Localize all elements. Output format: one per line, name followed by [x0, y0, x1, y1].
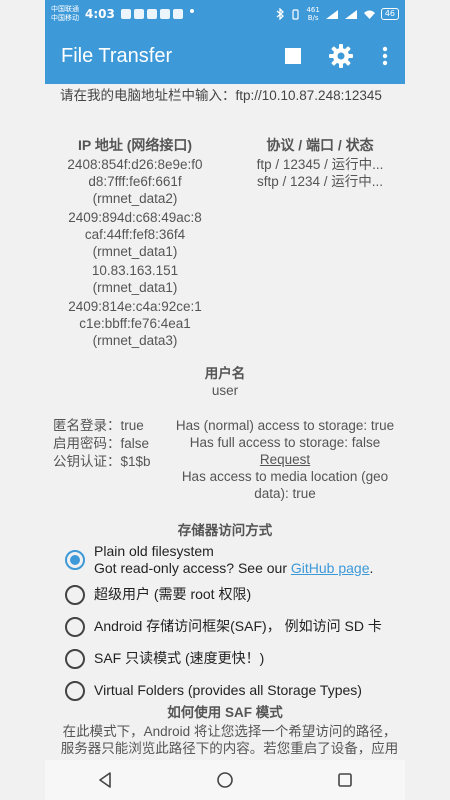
option-value: false	[120, 436, 150, 451]
carrier-1: 中国联通	[51, 5, 79, 13]
radio-unchecked-icon[interactable]	[65, 648, 85, 669]
app-title: File Transfer	[61, 44, 173, 67]
notification-app-icon	[146, 9, 157, 19]
app-bar-actions	[269, 28, 405, 84]
signal-2-icon	[344, 9, 357, 19]
back-triangle-icon	[99, 772, 111, 788]
ip-address: 10.83.163.151	[91, 263, 179, 278]
nav-home-button[interactable]	[195, 760, 255, 800]
radio-unchecked-icon[interactable]	[65, 584, 85, 605]
nav-recents-button[interactable]	[315, 760, 375, 800]
radio-unchecked-icon[interactable]	[65, 616, 85, 637]
storage-option-plain[interactable]: Plain old filesystem Got read-only acces…	[65, 542, 400, 578]
option-title: Plain old filesystem	[94, 543, 214, 559]
ip-address-list: 2408:854f:d26:8e9e:f0d8:7fff:fe6f:661f (…	[45, 156, 225, 351]
home-circle-icon	[217, 772, 233, 788]
stop-square-icon	[285, 48, 301, 64]
stop-server-button[interactable]	[269, 28, 317, 84]
option-label: 匿名登录：	[53, 418, 121, 433]
ip-entry: 2409:894d:c68:49ac:8caf:44ff:fef8:36f4 (…	[45, 209, 225, 260]
storage-access-title: 存储器访问方式	[177, 523, 273, 538]
username-title: 用户名	[204, 366, 246, 381]
readonly-hint-text: Got read-only access? See our	[94, 560, 291, 576]
protocol-row: ftp / 12345 / 运行中...	[256, 157, 384, 172]
signal-1-icon	[325, 9, 338, 19]
protocol-header: 协议 / 端口 / 状态	[266, 137, 374, 153]
option-pubkey: 公钥认证：$1$b	[53, 453, 165, 471]
radio-label: Plain old filesystem Got read-only acces…	[94, 543, 373, 577]
option-label: 公钥认证：	[53, 454, 121, 469]
readonly-hint: Got read-only access? See our GitHub pag…	[94, 560, 373, 577]
saf-help-title: 如何使用 SAF 模式	[167, 705, 283, 720]
battery-icon: 46	[380, 8, 399, 20]
notification-app-icon	[172, 9, 183, 19]
notification-icons	[120, 9, 194, 19]
login-options: 匿名登录：true 启用密码：false 公钥认证：$1$b	[53, 417, 165, 471]
option-value: true	[120, 418, 144, 433]
main-content[interactable]: 请在我的电脑地址栏中输入：ftp://10.10.87.248:12345 IP…	[45, 84, 405, 760]
ip-interface: (rmnet_data1)	[92, 280, 178, 295]
radio-label: 超级用户 (需要 root 权限)	[94, 586, 252, 602]
media-access-status: Has access to media location (geo data):…	[181, 469, 389, 501]
bluetooth-icon	[277, 8, 285, 20]
storage-option-saf[interactable]: Android 存储访问框架(SAF)， 例如访问 SD 卡	[65, 611, 400, 642]
overflow-menu-button[interactable]	[365, 28, 405, 84]
vibrate-icon	[292, 8, 300, 20]
ip-interface: (rmnet_data2)	[92, 191, 178, 206]
saf-help-text: 在此模式下，Android 将让您选择一个希望访问的路径，服务器只能浏览此路径下…	[60, 724, 399, 756]
carrier-labels: 中国联通 中国移动	[51, 5, 79, 23]
settings-button[interactable]	[317, 28, 365, 84]
ip-entry: 10.83.163.151 (rmnet_data1)	[45, 262, 225, 296]
notification-app-icon	[120, 9, 131, 19]
wifi-icon	[363, 10, 375, 19]
request-access-link[interactable]: Request	[260, 452, 310, 467]
option-anonymous: 匿名登录：true	[53, 417, 165, 435]
speed-value: 461	[306, 6, 320, 14]
radio-label: SAF 只读模式 (速度更快！)	[94, 650, 265, 666]
github-link[interactable]: GitHub page	[291, 560, 370, 576]
access-status: Has (normal) access to storage: true Has…	[165, 417, 405, 502]
option-value: $1$b	[120, 454, 151, 469]
system-nav-bar	[45, 760, 405, 800]
status-time: 4:03	[85, 7, 115, 21]
ip-address: 2409:814e:c4a:92ce:1c1e:bbff:fe76:4ea1	[68, 299, 202, 331]
radio-unchecked-icon[interactable]	[65, 680, 85, 701]
readonly-hint-suffix: .	[369, 560, 374, 576]
more-notifications-dot-icon	[189, 9, 194, 13]
network-speed: 461 B/s	[306, 6, 319, 22]
username-value: user	[211, 383, 239, 398]
storage-option-virtual[interactable]: Virtual Folders (provides all Storage Ty…	[65, 675, 400, 706]
app-bar: File Transfer	[45, 28, 405, 84]
storage-mode-radio-group: Plain old filesystem Got read-only acces…	[65, 542, 400, 707]
ip-entry: 2409:814e:c4a:92ce:1c1e:bbff:fe76:4ea1 (…	[45, 298, 225, 349]
speed-unit: B/s	[307, 14, 319, 22]
protocol-list: ftp / 12345 / 运行中... sftp / 1234 / 运行中..…	[240, 156, 400, 190]
full-access-status: Has full access to storage: false	[189, 435, 381, 450]
status-right: 461 B/s 46	[275, 6, 399, 22]
ip-header: IP 地址 (网络接口)	[77, 137, 193, 153]
storage-option-saf-readonly[interactable]: SAF 只读模式 (速度更快！)	[65, 643, 400, 674]
nav-back-button[interactable]	[75, 760, 135, 800]
url-hint: 请在我的电脑地址栏中输入：ftp://10.10.87.248:12345	[60, 88, 382, 103]
recents-square-icon	[338, 773, 352, 787]
protocol-row: sftp / 1234 / 运行中...	[256, 174, 384, 189]
ip-interface: (rmnet_data1)	[92, 244, 178, 259]
ip-interface: (rmnet_data3)	[92, 333, 178, 348]
ip-address: 2409:894d:c68:49ac:8caf:44ff:fef8:36f4	[68, 210, 202, 242]
radio-label: Virtual Folders (provides all Storage Ty…	[94, 682, 362, 698]
option-password: 启用密码：false	[53, 435, 165, 453]
normal-access-status: Has (normal) access to storage: true	[175, 418, 395, 433]
option-label: 启用密码：	[53, 436, 121, 451]
carrier-2: 中国移动	[51, 14, 79, 22]
notification-app-icon	[133, 9, 144, 19]
storage-option-root[interactable]: 超级用户 (需要 root 权限)	[65, 579, 400, 610]
overflow-menu-icon	[382, 46, 388, 66]
gear-icon	[329, 44, 353, 68]
notification-app-icon	[159, 9, 170, 19]
ip-entry: 2408:854f:d26:8e9e:f0d8:7fff:fe6f:661f (…	[45, 156, 225, 207]
ip-address: 2408:854f:d26:8e9e:f0d8:7fff:fe6f:661f	[67, 157, 203, 189]
radio-label: Android 存储访问框架(SAF)， 例如访问 SD 卡	[94, 618, 382, 634]
radio-checked-icon[interactable]	[65, 550, 85, 570]
status-bar: 中国联通 中国移动 4:03 461 B/s 46	[45, 0, 405, 28]
